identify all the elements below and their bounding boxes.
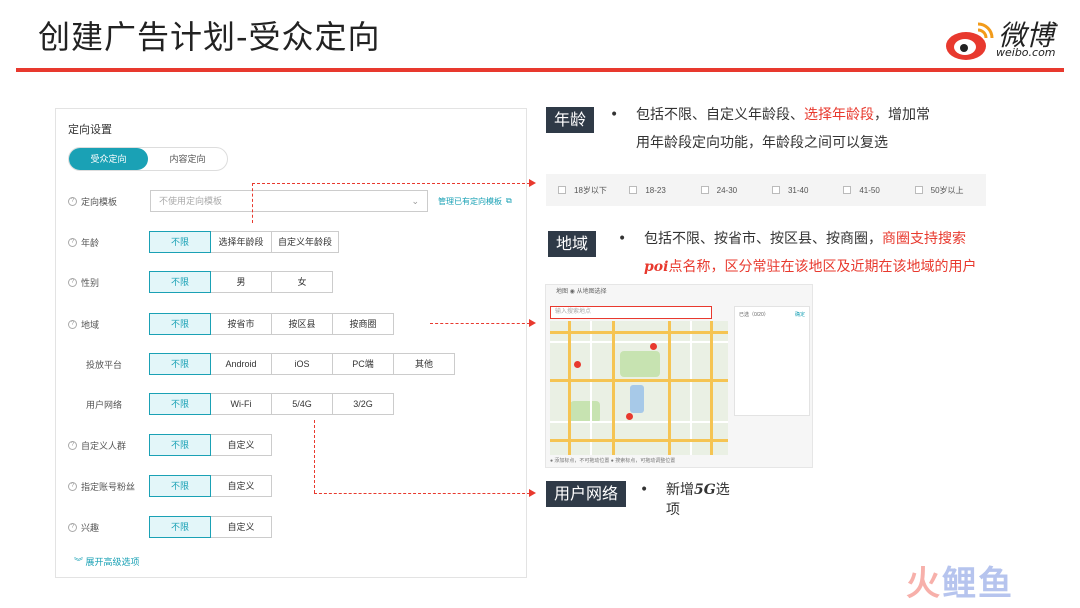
region-option-business-area[interactable]: 按商圈 (332, 313, 394, 335)
chevron-double-down-icon: ︾ (74, 557, 86, 567)
network-tag: 用户网络 (546, 481, 627, 507)
map-view[interactable] (550, 321, 728, 455)
region-option-province[interactable]: 按省市 (210, 313, 272, 335)
logo-subtext: weibo.com (996, 46, 1056, 59)
age-checkbox[interactable]: 18岁以下 (558, 185, 629, 196)
help-icon: ? (68, 277, 77, 287)
map-pin-icon[interactable] (574, 361, 581, 368)
tab-audience-targeting[interactable]: 受众定向 (69, 148, 148, 170)
age-range-options: 18岁以下 18-23 24-30 31-40 41-50 50岁以上 (546, 174, 986, 206)
network-option-5g-4g[interactable]: 5/4G (271, 393, 333, 415)
network-row: 用户网络 不限 Wi-Fi 5/4G 3/2G (68, 392, 394, 416)
map-pin-icon[interactable] (626, 413, 633, 420)
map-park (620, 351, 660, 377)
map-water (630, 385, 644, 413)
gender-row: ? 性别 不限 男 女 (68, 270, 333, 294)
targeting-type-tabs: 受众定向 内容定向 (68, 147, 228, 171)
template-select[interactable]: 不使用定向模板 ⌄ (150, 190, 428, 212)
interest-option-any[interactable]: 不限 (149, 516, 211, 538)
map-legend: ● 添加标点，不可拖动位置 ● 搜索标点，可拖动调整位置 (550, 458, 676, 464)
age-tag: 年龄 (546, 107, 595, 133)
connector-line (252, 183, 530, 184)
gender-option-female[interactable]: 女 (271, 271, 333, 293)
template-row: ? 定向模板 不使用定向模板 ⌄ 管理已有定向模板 ⧉ (68, 189, 512, 213)
connector-line (314, 493, 530, 494)
interest-option-custom[interactable]: 自定义 (210, 516, 272, 538)
platform-option-pc[interactable]: PC端 (332, 353, 394, 375)
connector-line (430, 323, 530, 324)
age-note: • 包括不限、自定义年龄段、选择年龄段，增加常 用年龄段定向功能，年龄段之间可以复… (610, 107, 930, 151)
account-fans-option-any[interactable]: 不限 (149, 475, 211, 497)
map-header: 地图 ◉ 从地图选择 (556, 289, 607, 295)
help-icon: ? (68, 481, 77, 491)
account-fans-option-custom[interactable]: 自定义 (210, 475, 272, 497)
platform-option-any[interactable]: 不限 (149, 353, 211, 375)
arrow-right-icon (529, 179, 536, 187)
platform-option-ios[interactable]: iOS (271, 353, 333, 375)
watermark-logo: 火鲤鱼 (906, 564, 1014, 604)
platform-row: 投放平台 不限 Android iOS PC端 其他 (68, 352, 455, 376)
gender-option-male[interactable]: 男 (210, 271, 272, 293)
arrow-right-icon (529, 319, 536, 327)
age-row: ? 年龄 不限 选择年龄段 自定义年龄段 (68, 230, 340, 254)
network-note: • 新增5G选 项 (640, 482, 730, 518)
age-option-any[interactable]: 不限 (149, 231, 211, 253)
network-option-any[interactable]: 不限 (149, 393, 211, 415)
map-pin-icon[interactable] (650, 343, 657, 350)
help-icon: ? (68, 522, 77, 532)
selected-areas-panel: 已选（0/20） 确定 (734, 306, 810, 416)
age-option-custom[interactable]: 自定义年龄段 (271, 231, 340, 253)
age-checkbox[interactable]: 18-23 (629, 186, 700, 195)
region-option-district[interactable]: 按区县 (271, 313, 333, 335)
manage-templates-link[interactable]: 管理已有定向模板 (438, 196, 502, 207)
connector-line (252, 183, 253, 223)
help-icon: ? (68, 440, 77, 450)
age-checkbox[interactable]: 31-40 (771, 186, 843, 195)
age-checkbox[interactable]: 50岁以上 (914, 185, 986, 196)
interest-row: ? 兴趣 不限 自定义 (68, 515, 272, 539)
connector-line (314, 420, 315, 493)
panel-title: 定向设置 (68, 124, 112, 136)
help-icon: ? (68, 237, 77, 247)
map-picker: 地图 ◉ 从地图选择 输入搜索地点 已选（0/20） 确定 ● 添加标点，不可拖… (545, 284, 813, 468)
custom-audience-option-any[interactable]: 不限 (149, 434, 211, 456)
age-option-range[interactable]: 选择年龄段 (210, 231, 272, 253)
custom-audience-option-custom[interactable]: 自定义 (210, 434, 272, 456)
expand-advanced-link[interactable]: ︾ 展开高级选项 (74, 555, 140, 568)
age-checkbox[interactable]: 41-50 (843, 186, 914, 195)
checkbox-icon (700, 186, 709, 194)
region-tag: 地域 (548, 231, 597, 257)
confirm-link[interactable]: 确定 (795, 311, 805, 318)
account-fans-row: ? 指定账号粉丝 不限 自定义 (68, 474, 272, 498)
help-icon: ? (68, 319, 77, 329)
region-note: • 包括不限、按省市、按区县、按商圈，商圈支持搜索 poi点名称，区分常驻在该地区… (618, 231, 977, 275)
platform-option-android[interactable]: Android (210, 353, 272, 375)
gender-option-any[interactable]: 不限 (149, 271, 211, 293)
checkbox-icon (843, 186, 852, 194)
checkbox-icon (558, 186, 566, 194)
external-link-icon[interactable]: ⧉ (506, 196, 512, 206)
region-row: ? 地域 不限 按省市 按区县 按商圈 (68, 312, 394, 336)
network-option-3g-2g[interactable]: 3/2G (332, 393, 394, 415)
chevron-down-icon: ⌄ (411, 196, 419, 206)
age-checkbox[interactable]: 24-30 (700, 186, 772, 195)
checkbox-icon (914, 186, 923, 194)
tab-content-targeting[interactable]: 内容定向 (148, 148, 227, 170)
targeting-settings-panel: 定向设置 受众定向 内容定向 ? 定向模板 不使用定向模板 ⌄ 管理已有定向模板 … (55, 108, 527, 578)
map-search-input[interactable]: 输入搜索地点 (550, 306, 712, 319)
platform-option-other[interactable]: 其他 (393, 353, 455, 375)
checkbox-icon (771, 186, 780, 194)
region-option-any[interactable]: 不限 (149, 313, 211, 335)
custom-audience-row: ? 自定义人群 不限 自定义 (68, 433, 272, 457)
slide-title: 创建广告计划-受众定向 (38, 18, 381, 56)
help-icon: ? (68, 196, 77, 206)
network-option-wifi[interactable]: Wi-Fi (210, 393, 272, 415)
checkbox-icon (629, 186, 638, 194)
map-park (570, 401, 600, 423)
title-divider (16, 68, 1064, 72)
arrow-right-icon (529, 489, 536, 497)
